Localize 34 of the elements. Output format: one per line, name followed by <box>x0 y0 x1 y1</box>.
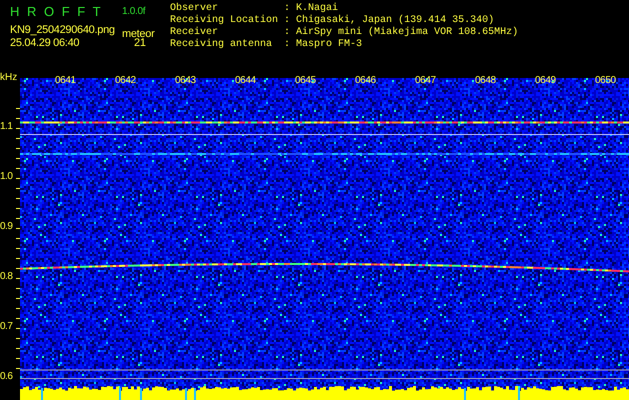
time-label: 0648 <box>475 75 496 86</box>
axis-label: 0.7 <box>0 321 12 332</box>
separator-colon: : <box>283 39 292 51</box>
separator-colon: : <box>283 27 292 39</box>
time-label: 0643 <box>175 75 196 86</box>
info-value: AirSpy mini (Miakejima VOR 108.65MHz) <box>296 27 518 39</box>
axis-label: 0.8 <box>0 271 12 282</box>
time-label: 0641 <box>55 75 76 86</box>
info-label: Observer <box>170 3 220 14</box>
time-label: 0650 <box>595 75 616 86</box>
axis-label: 0.6 <box>0 371 12 382</box>
version-label: 1.0.0f <box>122 5 146 19</box>
separator-colon: : <box>283 3 292 15</box>
separator-colon: : <box>283 15 292 27</box>
time-label: 0649 <box>535 75 556 86</box>
info-label: Receiving antenna <box>170 39 274 51</box>
time-label: 0644 <box>235 75 256 86</box>
filename-label: KN9_2504290640.png <box>10 23 116 37</box>
info-label: Receiving Location <box>170 15 278 26</box>
app-title: H R O F F T <box>10 4 102 20</box>
axis-label: 1.1 <box>0 121 12 132</box>
axis-label: 0.9 <box>0 221 12 232</box>
time-label: 0646 <box>355 75 376 86</box>
axis-label: 1.0 <box>0 171 12 182</box>
time-label: 0647 <box>415 75 436 86</box>
timestamp-label: 25.04.29 06:40 <box>10 37 80 51</box>
info-value: Maspro FM-3 <box>296 39 364 51</box>
info-value: K.Nagai <box>296 3 340 14</box>
count-value: 21 <box>134 37 146 51</box>
info-value: Chigasaki, Japan (139.414 35.340) <box>296 15 496 26</box>
time-label: 0642 <box>115 75 136 86</box>
info-label: Receiver <box>170 27 220 38</box>
count-label: meteor <box>122 27 156 37</box>
axis-unit: kHz <box>0 72 18 83</box>
